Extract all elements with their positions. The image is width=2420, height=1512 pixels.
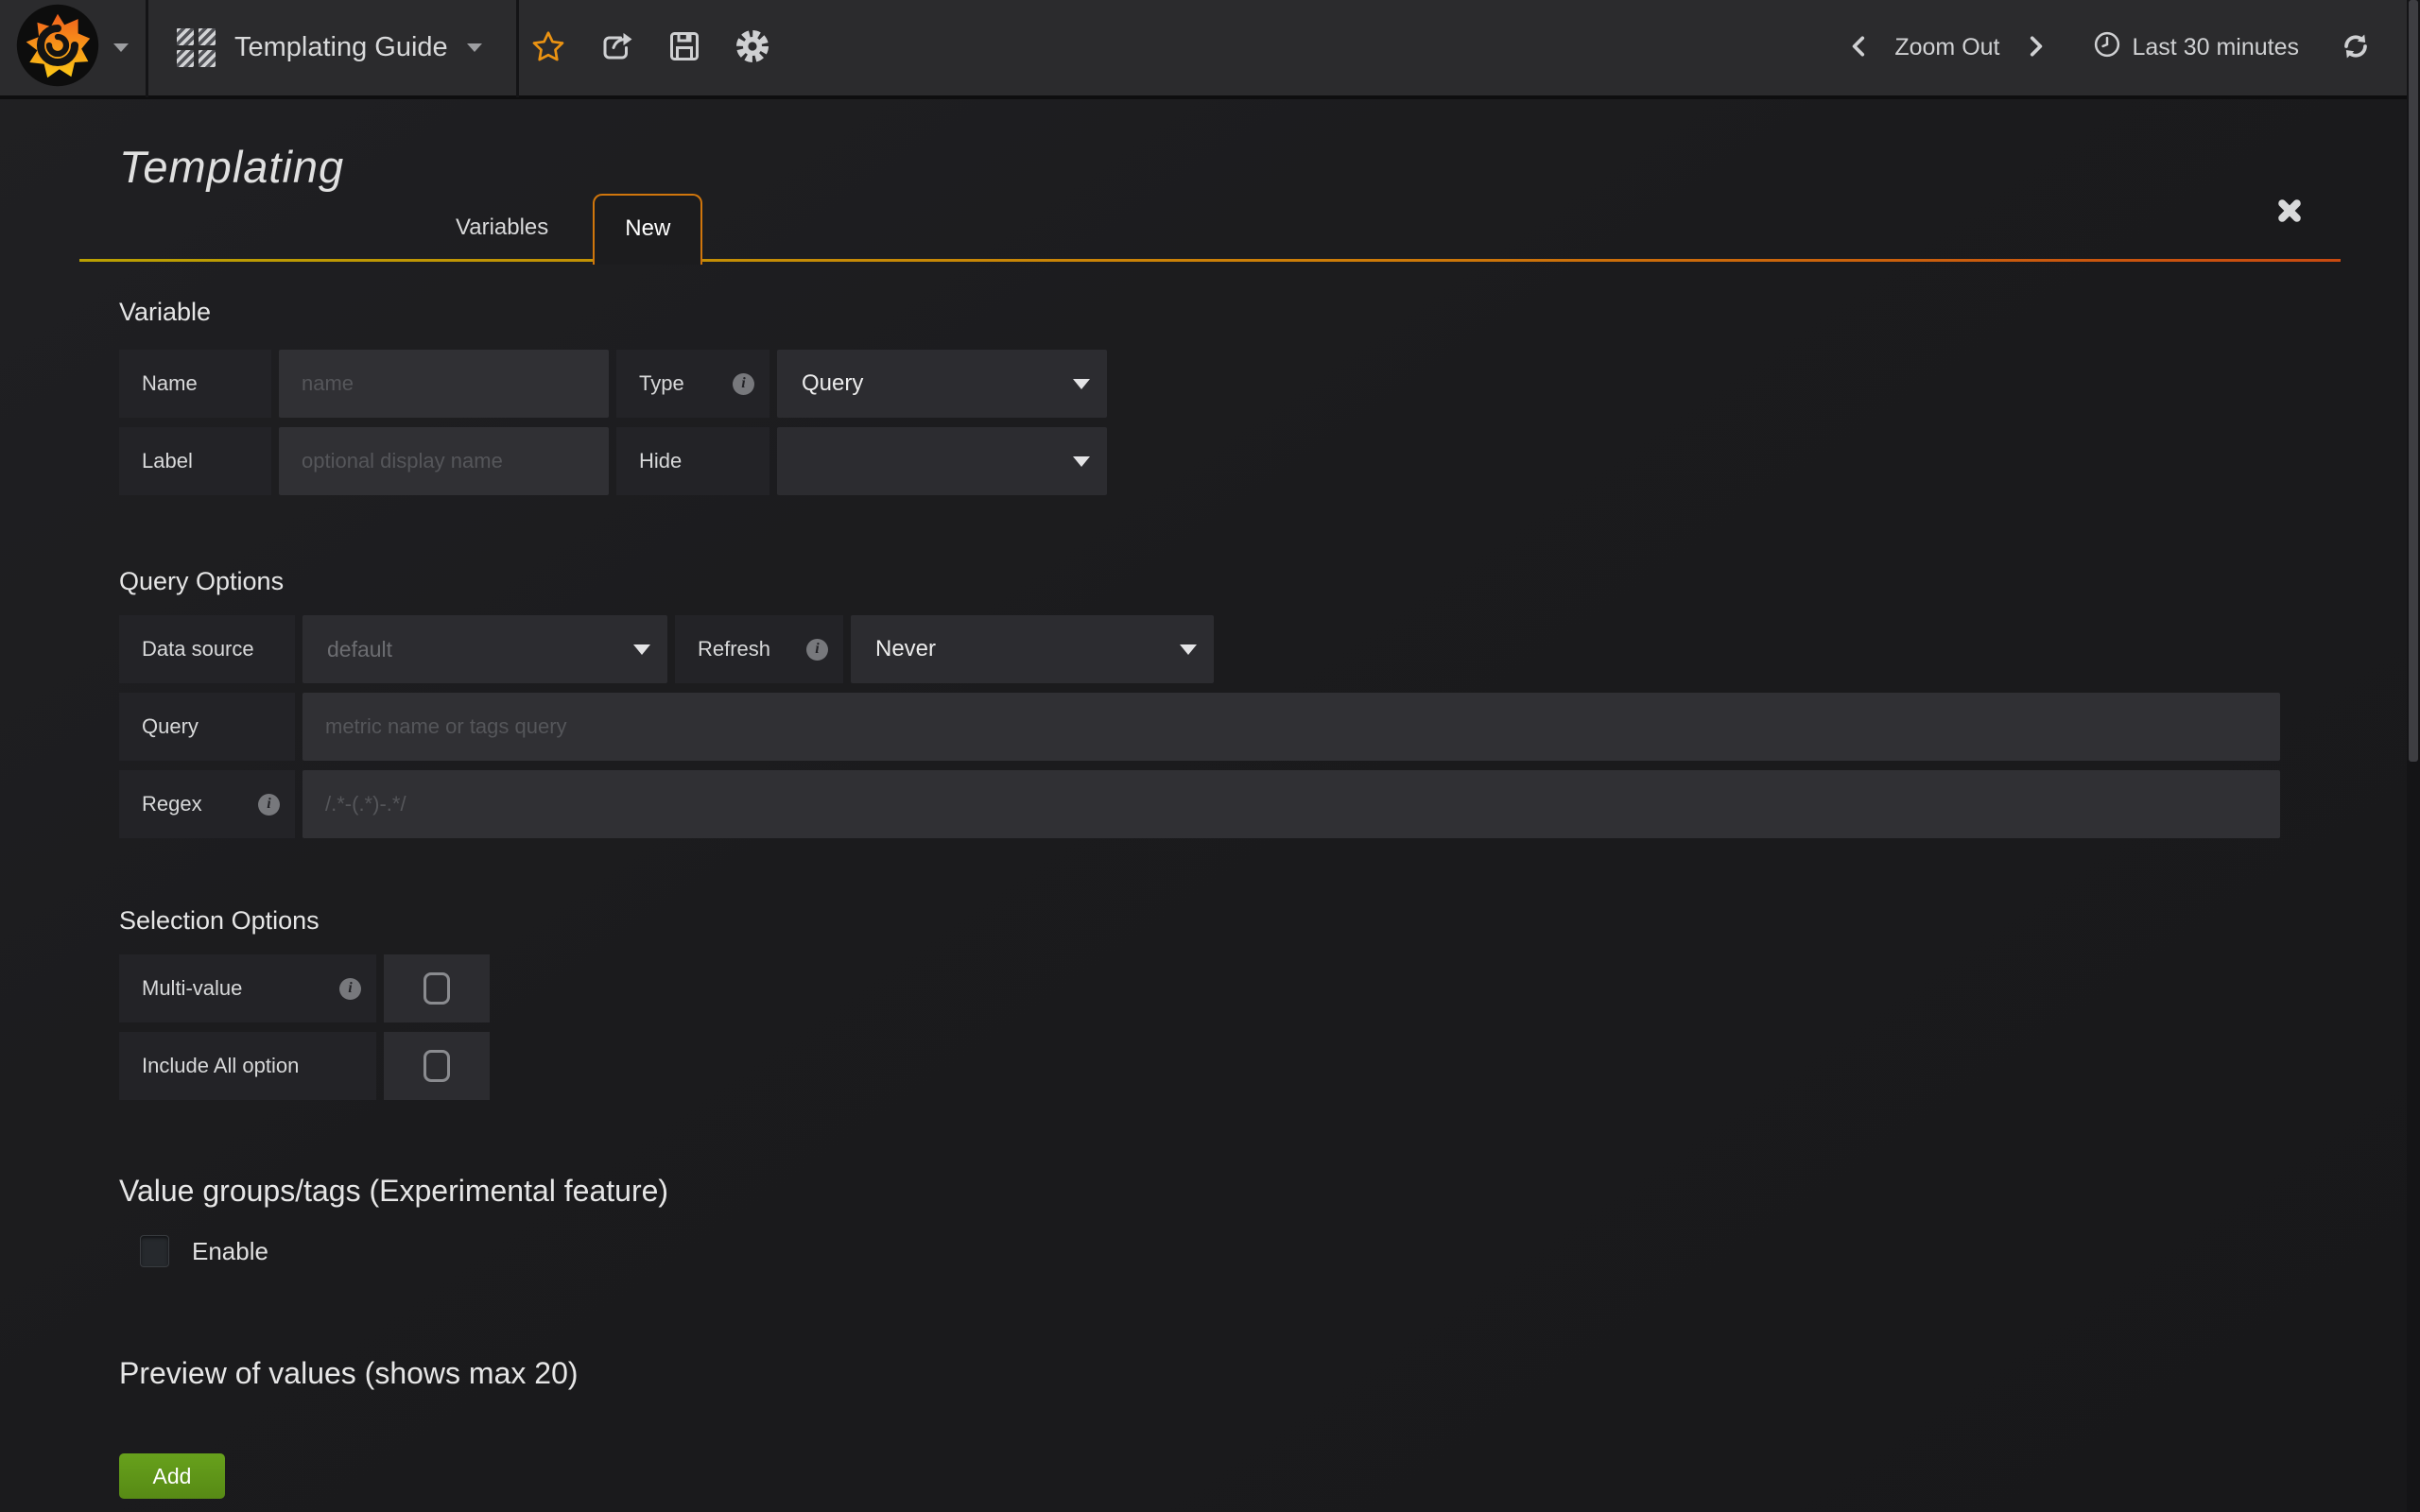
scrollbar-thumb[interactable] <box>2409 0 2418 762</box>
type-select[interactable]: Query <box>777 350 1107 418</box>
time-shift-forward-button[interactable] <box>2010 32 2061 63</box>
name-label: Name <box>119 350 271 418</box>
star-button[interactable] <box>519 0 578 95</box>
add-button[interactable]: Add <box>119 1453 225 1499</box>
info-icon[interactable]: i <box>806 639 828 661</box>
clock-icon <box>2093 30 2121 65</box>
main-menu-button[interactable] <box>0 0 146 95</box>
hide-select[interactable] <box>777 427 1107 495</box>
regex-input[interactable] <box>302 770 2280 838</box>
chevron-left-icon <box>1847 32 1872 63</box>
refresh-label: Refresh i <box>675 615 843 683</box>
hide-label: Hide <box>616 427 769 495</box>
label-label: Label <box>119 427 271 495</box>
section-heading: Selection Options <box>119 906 2341 936</box>
header-accent-underline <box>79 259 2341 262</box>
save-button[interactable] <box>655 0 714 95</box>
caret-down-icon <box>1180 644 1197 655</box>
query-label: Query <box>119 693 295 761</box>
multi-value-label: Multi-value i <box>119 954 376 1022</box>
dashboard-caret-icon <box>467 43 482 52</box>
type-label: Type i <box>616 350 769 418</box>
section-value-groups: Value groups/tags (Experimental feature)… <box>119 1174 2341 1267</box>
refresh-icon <box>2341 31 2371 64</box>
enable-row: Enable <box>140 1235 2341 1267</box>
close-icon <box>2273 194 2307 228</box>
dashboard-grid-icon <box>177 28 216 67</box>
time-range-picker-button[interactable]: Last 30 minutes <box>2093 30 2300 65</box>
section-query-options: Query Options Data source default Refres… <box>119 567 2341 838</box>
navbar: Templating Guide <box>0 0 2420 99</box>
editor-tabs: Variables New <box>456 194 702 262</box>
refresh-button[interactable] <box>2341 31 2371 64</box>
editor-header: Templating Variables New <box>79 103 2341 262</box>
section-variable: Variable Name Type i Query Label <box>119 298 2341 495</box>
section-heading: Preview of values (shows max 20) <box>119 1356 2341 1391</box>
checkbox-icon <box>424 1050 450 1082</box>
multi-value-row: Multi-value i <box>119 954 2341 1022</box>
chevron-right-icon <box>2023 32 2048 63</box>
share-button[interactable] <box>587 0 646 95</box>
navbar-time-controls: Zoom Out Last 30 minutes <box>1834 30 2371 65</box>
datasource-row: Data source default Refresh i Never <box>119 615 2341 683</box>
caret-down-icon <box>1073 379 1090 389</box>
query-row: Query <box>119 693 2341 761</box>
name-input[interactable] <box>279 350 609 418</box>
section-heading: Variable <box>119 298 2341 327</box>
regex-label: Regex i <box>119 770 295 838</box>
refresh-select[interactable]: Never <box>851 615 1214 683</box>
page-title: Templating <box>119 141 344 193</box>
enable-checkbox[interactable] <box>140 1235 169 1267</box>
grafana-app: Templating Guide <box>0 0 2420 1499</box>
section-heading: Value groups/tags (Experimental feature) <box>119 1174 2341 1209</box>
main-menu-caret-icon <box>113 43 129 52</box>
grafana-logo-icon <box>15 3 100 93</box>
dashboard-title: Templating Guide <box>234 32 448 63</box>
section-preview: Preview of values (shows max 20) Add <box>119 1356 2341 1499</box>
variable-name-row: Name Type i Query <box>119 350 2341 418</box>
checkbox-icon <box>424 972 450 1005</box>
share-icon <box>599 29 633 66</box>
close-editor-button[interactable] <box>2273 194 2307 228</box>
regex-row: Regex i <box>119 770 2341 838</box>
scrollbar-track[interactable] <box>2407 0 2420 1512</box>
include-all-checkbox[interactable] <box>384 1032 490 1100</box>
section-selection-options: Selection Options Multi-value i Include … <box>119 906 2341 1100</box>
datasource-label: Data source <box>119 615 295 683</box>
navbar-actions <box>519 0 782 95</box>
settings-button[interactable] <box>723 0 782 95</box>
info-icon[interactable]: i <box>339 978 361 1000</box>
time-shift-back-button[interactable] <box>1834 32 1885 63</box>
label-input[interactable] <box>279 427 609 495</box>
info-icon[interactable]: i <box>733 373 754 395</box>
include-all-label: Include All option <box>119 1032 376 1100</box>
enable-label: Enable <box>192 1237 268 1266</box>
multi-value-checkbox[interactable] <box>384 954 490 1022</box>
dashboard-title-dropdown[interactable]: Templating Guide <box>148 0 516 95</box>
caret-down-icon <box>1073 456 1090 467</box>
variable-label-row: Label Hide <box>119 427 2341 495</box>
tab-variables[interactable]: Variables <box>456 194 548 262</box>
save-icon <box>667 29 701 66</box>
gear-icon <box>735 29 769 66</box>
info-icon[interactable]: i <box>258 794 280 816</box>
query-input[interactable] <box>302 693 2280 761</box>
star-icon <box>531 29 565 66</box>
section-heading: Query Options <box>119 567 2341 596</box>
zoom-out-button[interactable]: Zoom Out <box>1885 34 2009 61</box>
caret-down-icon <box>633 644 650 655</box>
time-range-label: Last 30 minutes <box>2133 34 2300 61</box>
datasource-select[interactable]: default <box>302 615 667 683</box>
tab-new[interactable]: New <box>593 194 702 265</box>
templating-editor: Templating Variables New Variable Name T… <box>0 99 2420 1499</box>
include-all-row: Include All option <box>119 1032 2341 1100</box>
